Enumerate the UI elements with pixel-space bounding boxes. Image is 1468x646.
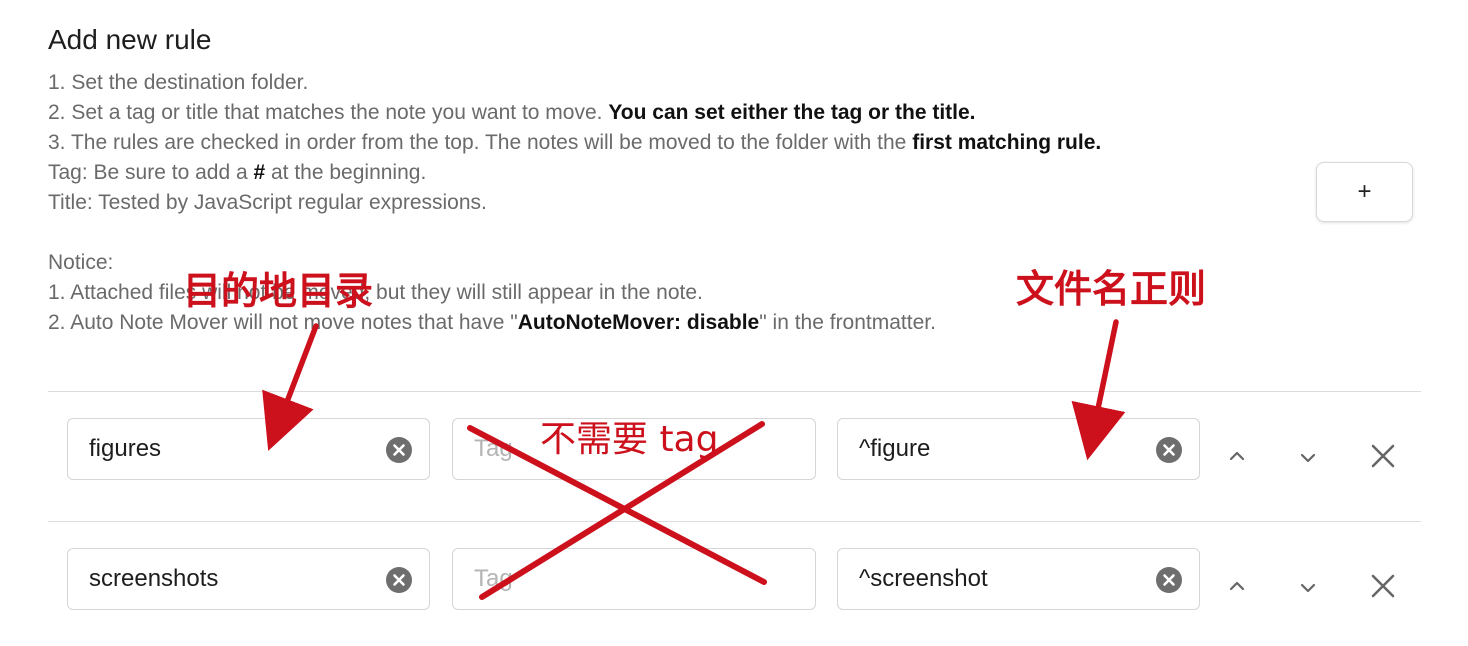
folder-value: screenshots	[89, 565, 219, 592]
move-up-button[interactable]	[1222, 441, 1252, 471]
title-regex-input[interactable]: ^figure	[837, 418, 1200, 480]
chevron-down-icon	[1300, 453, 1316, 463]
delete-rule-button[interactable]	[1368, 441, 1398, 471]
annotation-folder: 目的地目录	[183, 269, 374, 313]
move-up-button[interactable]	[1222, 571, 1252, 601]
title-value: ^figure	[859, 435, 931, 462]
clear-circle-icon[interactable]	[1156, 437, 1182, 463]
title-value: ^screenshot	[859, 565, 988, 592]
tag-placeholder: Tag	[474, 565, 513, 592]
title-regex-input[interactable]: ^screenshot	[837, 548, 1200, 610]
step-2: 2. Set a tag or title that matches the n…	[48, 101, 976, 124]
annotation-title: 文件名正则	[1016, 267, 1207, 311]
step-3: 3. The rules are checked in order from t…	[48, 131, 1102, 154]
close-icon	[1371, 444, 1395, 468]
delete-rule-button[interactable]	[1368, 571, 1398, 601]
move-down-button[interactable]	[1293, 443, 1323, 473]
folder-input[interactable]: screenshots	[67, 548, 430, 610]
divider	[48, 391, 1421, 392]
add-rule-button[interactable]: +	[1316, 162, 1413, 222]
page-title: Add new rule	[48, 24, 212, 55]
tag-placeholder: Tag	[474, 435, 513, 462]
chevron-up-icon	[1229, 581, 1245, 591]
close-icon	[1371, 574, 1395, 598]
chevron-down-icon	[1300, 583, 1316, 593]
arrow-folder	[262, 323, 319, 451]
tag-input[interactable]: Tag	[452, 548, 816, 610]
clear-circle-icon[interactable]	[386, 567, 412, 593]
step-1: 1. Set the destination folder.	[48, 71, 309, 94]
clear-circle-icon[interactable]	[386, 437, 412, 463]
divider	[48, 521, 1421, 522]
annotation-tag: 不需要 tag	[540, 419, 719, 460]
title-hint: Title: Tested by JavaScript regular expr…	[48, 191, 487, 214]
folder-value: figures	[89, 435, 162, 462]
folder-input[interactable]: figures	[67, 418, 430, 480]
tag-hint: Tag: Be sure to add a # at the beginning…	[48, 161, 427, 184]
clear-circle-icon[interactable]	[1156, 567, 1182, 593]
chevron-up-icon	[1229, 451, 1245, 461]
move-down-button[interactable]	[1293, 573, 1323, 603]
